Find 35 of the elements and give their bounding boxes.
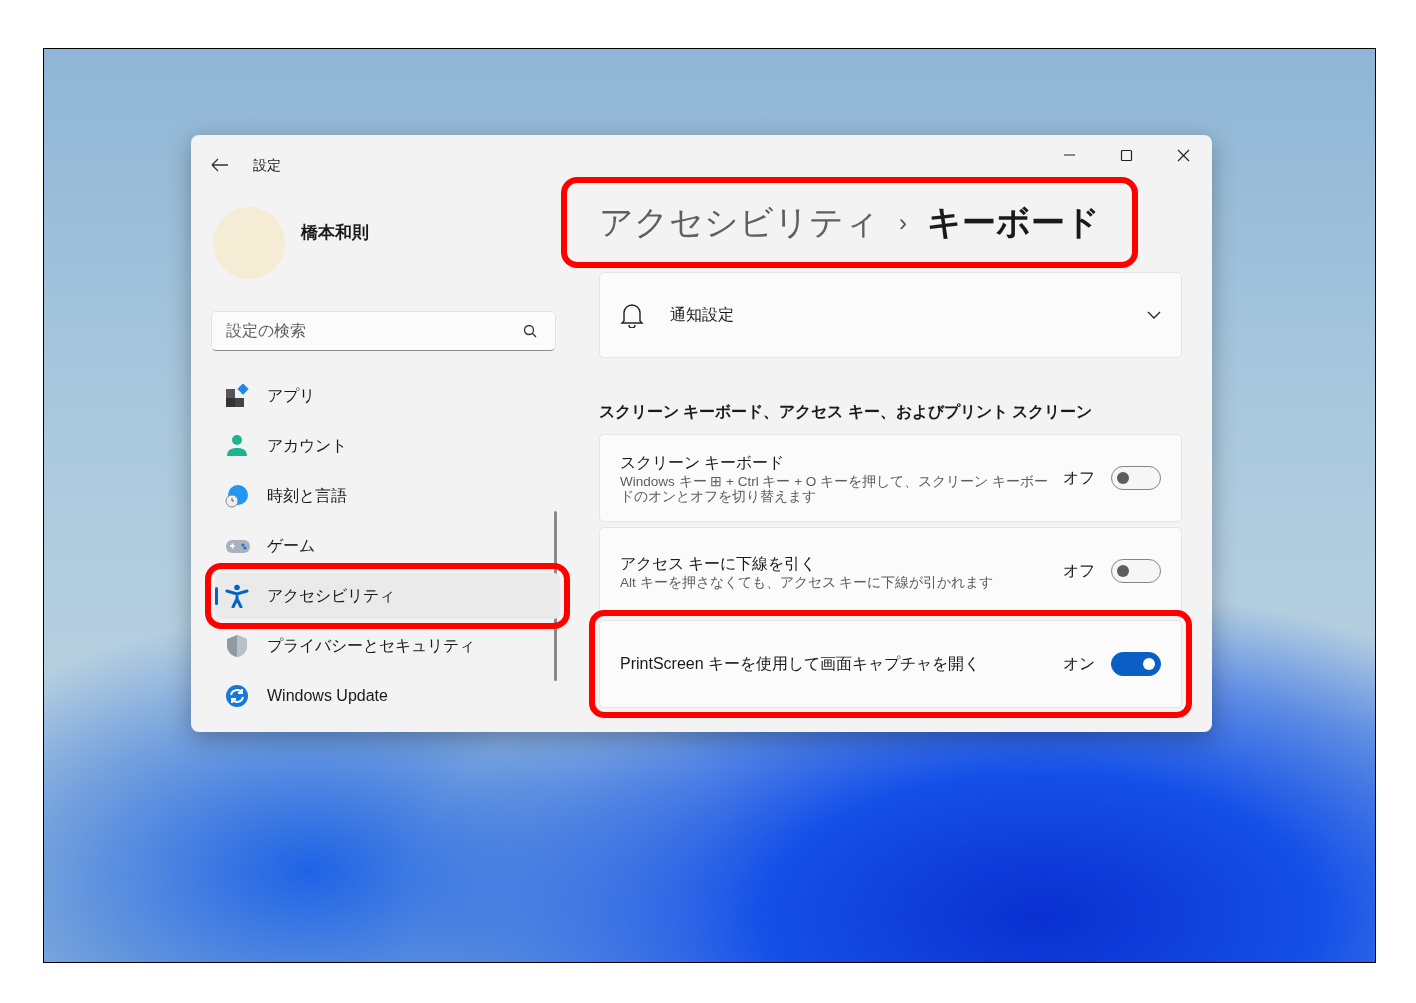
selection-indicator (215, 587, 218, 605)
setting-title: スクリーン キーボード (620, 453, 786, 474)
sidebar-item[interactable]: 時刻と言語 (215, 473, 560, 519)
sidebar-item[interactable]: アプリ (215, 373, 560, 419)
breadcrumb-separator: › (899, 207, 907, 238)
toggle-switch[interactable] (1111, 559, 1161, 583)
toggle-switch[interactable] (1111, 652, 1161, 676)
breadcrumb-parent[interactable]: アクセシビリティ (599, 197, 879, 248)
toggle-state-label: オフ (1063, 561, 1095, 581)
sidebar-item[interactable]: Windows Update (215, 673, 560, 719)
notification-card[interactable]: 通知設定 (599, 272, 1182, 358)
page-title: キーボード (927, 202, 1100, 243)
toggle-switch[interactable] (1111, 466, 1161, 490)
search-field[interactable]: 設定の検索 (211, 311, 556, 351)
user-name: 橋本和則 (301, 222, 369, 245)
accessibility-icon (225, 584, 251, 608)
section-title: スクリーン キーボード、アクセス キー、およびプリント スクリーン (599, 402, 1094, 422)
back-icon (211, 158, 229, 172)
bell-icon (620, 302, 644, 328)
maximize-icon (1120, 148, 1133, 162)
search-icon (523, 324, 537, 338)
apps-icon (225, 384, 251, 408)
setting-description: Windows キー ⊞ + Ctrl キー + O キーを押して、スクリーン キーボードのオンとオフを切り替えます (620, 475, 1049, 505)
sync-icon (225, 684, 251, 708)
back-button[interactable] (211, 158, 229, 172)
setting-title: PrintScreen キーを使用して画面キャプチャを開く (620, 654, 982, 674)
notification-label: 通知設定 (670, 305, 735, 325)
close-icon (1177, 148, 1190, 162)
toggle-state-label: オフ (1063, 468, 1096, 488)
setting-title: アクセス キーに下線を引く (620, 553, 818, 574)
globe-clock-icon (225, 484, 251, 508)
sidebar-item[interactable]: アカウント (215, 423, 560, 469)
window-title: 設定 (253, 155, 281, 175)
setting-description: Alt キーを押さなくても、アクセス キーに下線が引かれます (620, 575, 995, 591)
toggle-state-label: オン (1063, 654, 1095, 674)
